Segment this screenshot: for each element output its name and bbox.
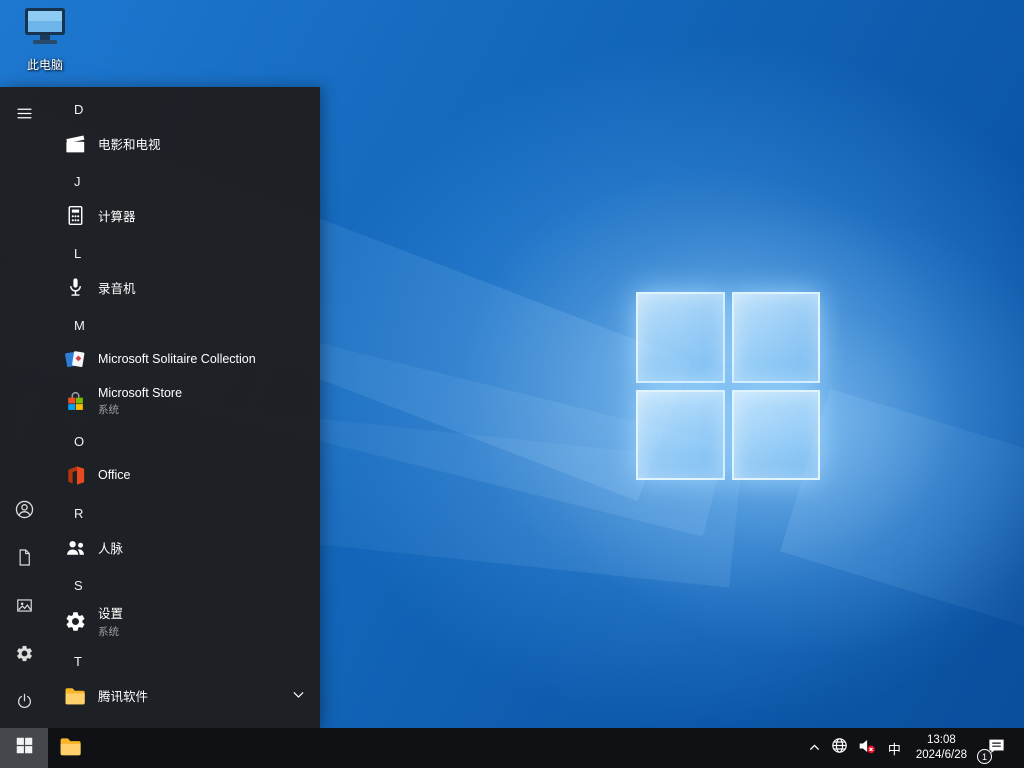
account-button[interactable] xyxy=(0,488,48,536)
start-app-list: D 电影和电视 J 计算器 L 录音机 M Microsoft Solitair… xyxy=(48,87,320,728)
app-voice-recorder[interactable]: 录音机 xyxy=(48,267,320,307)
movies-tv-icon xyxy=(62,130,88,156)
app-label: 电影和电视 xyxy=(98,137,161,152)
section-m: M Microsoft Solitaire Collection Microso… xyxy=(48,311,320,423)
section-l: L 录音机 xyxy=(48,239,320,307)
system-tray: 中 13:08 2024/6/28 1 xyxy=(803,728,1024,768)
network-button[interactable] xyxy=(826,728,853,768)
tray-overflow-button[interactable] xyxy=(803,728,826,768)
section-letter[interactable]: W xyxy=(48,719,320,729)
logo-pane xyxy=(636,389,725,480)
clock-date: 2024/6/28 xyxy=(915,749,967,761)
clock-time: 13:08 xyxy=(927,734,956,747)
section-j: J 计算器 xyxy=(48,167,320,235)
section-letter[interactable]: T xyxy=(48,647,320,675)
app-label: 设置 xyxy=(98,607,124,621)
taskbar: 中 13:08 2024/6/28 1 xyxy=(0,728,1024,768)
ime-indicator[interactable]: 中 xyxy=(881,728,908,768)
power-button[interactable] xyxy=(0,680,48,728)
microphone-icon xyxy=(62,274,88,300)
power-icon xyxy=(15,692,34,716)
desktop-icon-label: 此电脑 xyxy=(26,58,63,72)
documents-button[interactable] xyxy=(0,536,48,584)
folder-icon xyxy=(58,733,83,763)
section-t: T 腾讯软件 xyxy=(48,647,320,715)
section-w: W xyxy=(48,719,320,729)
document-icon xyxy=(15,548,34,572)
calculator-icon xyxy=(62,202,88,228)
speaker-muted-icon xyxy=(858,737,876,760)
app-folder-tencent[interactable]: 腾讯软件 xyxy=(48,675,320,715)
settings-button[interactable] xyxy=(0,632,48,680)
start-menu: D 电影和电视 J 计算器 L 录音机 M Microsoft Solitair… xyxy=(0,87,320,728)
start-menu-rail xyxy=(0,87,48,728)
computer-icon xyxy=(22,6,68,53)
store-bag-icon xyxy=(62,388,88,414)
section-r: R 人脉 xyxy=(48,499,320,567)
notification-badge: 1 xyxy=(977,749,992,764)
action-center-button[interactable]: 1 xyxy=(975,728,1016,768)
windows-wallpaper-logo xyxy=(636,292,820,480)
app-label: Microsoft Store xyxy=(98,385,183,400)
app-label: 计算器 xyxy=(98,209,136,224)
chevron-up-icon xyxy=(808,739,821,757)
app-calculator[interactable]: 计算器 xyxy=(48,195,320,235)
section-letter[interactable]: L xyxy=(48,239,320,267)
section-letter[interactable]: J xyxy=(48,167,320,195)
section-letter[interactable]: D xyxy=(48,95,320,123)
app-movies-tv[interactable]: 电影和电视 xyxy=(48,123,320,163)
pictures-button[interactable] xyxy=(0,584,48,632)
section-letter[interactable]: O xyxy=(48,427,320,455)
app-microsoft-store[interactable]: Microsoft Store 系统 xyxy=(48,379,320,423)
volume-button[interactable] xyxy=(853,728,881,768)
folder-icon xyxy=(62,682,88,708)
app-solitaire[interactable]: Microsoft Solitaire Collection xyxy=(48,339,320,379)
expand-menu-button[interactable] xyxy=(0,92,48,140)
app-label: Microsoft Solitaire Collection xyxy=(98,352,256,366)
app-sublabel: 系统 xyxy=(98,403,119,416)
logo-pane xyxy=(731,389,820,480)
rail-spacer xyxy=(0,140,48,488)
solitaire-cards-icon xyxy=(62,346,88,372)
start-button[interactable] xyxy=(0,728,48,768)
section-letter[interactable]: S xyxy=(48,571,320,599)
logo-pane xyxy=(731,292,820,383)
windows-logo-icon xyxy=(16,737,33,759)
app-label: 录音机 xyxy=(98,281,136,296)
section-letter[interactable]: M xyxy=(48,311,320,339)
logo-pane xyxy=(636,292,725,383)
taskbar-clock[interactable]: 13:08 2024/6/28 xyxy=(908,728,975,768)
file-explorer-button[interactable] xyxy=(48,728,92,768)
app-office[interactable]: Office xyxy=(48,455,320,495)
section-d: D 电影和电视 xyxy=(48,95,320,163)
app-label: 人脉 xyxy=(98,541,124,556)
chevron-down-icon xyxy=(293,691,304,699)
desktop-icon-this-pc[interactable]: 此电脑 xyxy=(12,6,78,73)
globe-icon xyxy=(831,737,848,759)
section-letter[interactable]: R xyxy=(48,499,320,527)
pictures-icon xyxy=(15,596,34,620)
section-s: S 设置 系统 xyxy=(48,571,320,643)
app-people[interactable]: 人脉 xyxy=(48,527,320,567)
hamburger-icon xyxy=(16,105,33,127)
office-icon xyxy=(62,462,88,488)
gear-icon xyxy=(15,644,34,668)
app-label: 腾讯软件 xyxy=(98,689,149,704)
user-icon xyxy=(14,499,35,525)
gear-icon xyxy=(62,608,88,634)
app-label: Office xyxy=(98,468,131,482)
app-sublabel: 系统 xyxy=(98,626,119,638)
app-settings[interactable]: 设置 系统 xyxy=(48,599,320,643)
section-o: O Office xyxy=(48,427,320,495)
people-icon xyxy=(62,534,88,560)
